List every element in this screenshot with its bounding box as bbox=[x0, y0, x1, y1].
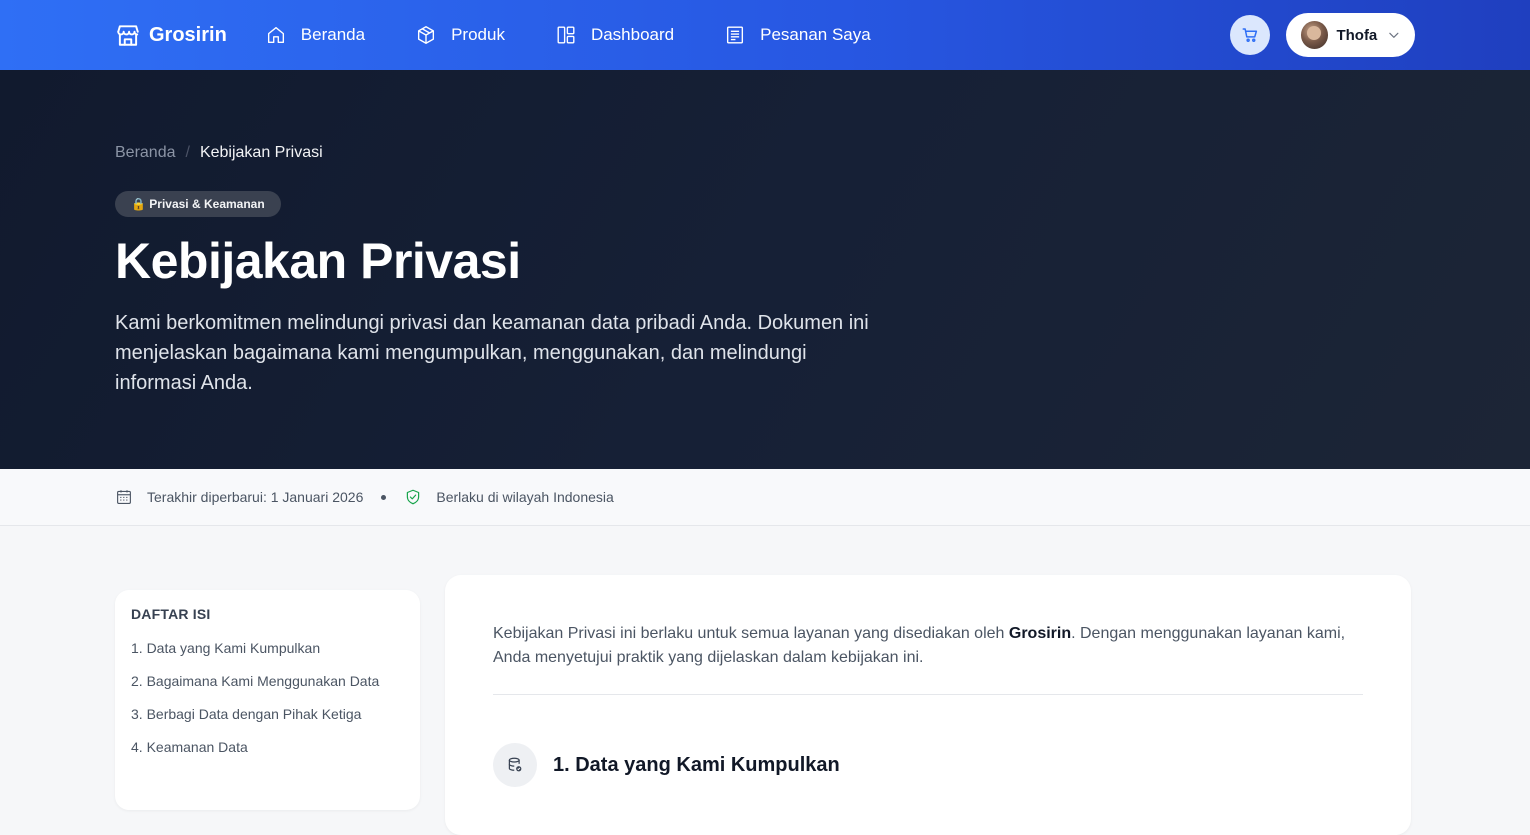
privacy-badge-label: 🔒 Privasi & Keamanan bbox=[131, 197, 265, 211]
section-1-title: 1. Data yang Kami Kumpulkan bbox=[553, 753, 840, 776]
nav-link-dashboard[interactable]: Dashboard bbox=[555, 24, 674, 46]
calendar-icon bbox=[117, 490, 131, 504]
nav-link-pesanan-saya[interactable]: Pesanan Saya bbox=[724, 24, 871, 46]
cart-icon bbox=[1242, 28, 1258, 42]
avatar bbox=[1301, 21, 1329, 49]
brand-logo-link[interactable]: Grosirin bbox=[115, 22, 227, 48]
home-icon bbox=[267, 26, 284, 44]
intro-brand: Grosirin bbox=[1008, 625, 1072, 642]
chevron-down-icon bbox=[1389, 32, 1399, 38]
database-icon bbox=[508, 757, 522, 772]
policy-article: Kebijakan Privasi ini berlaku untuk semu… bbox=[445, 575, 1411, 835]
breadcrumb-separator: / bbox=[185, 144, 190, 161]
page-title: Kebijakan Privasi bbox=[115, 233, 521, 289]
meta-separator-dot bbox=[381, 494, 387, 500]
box-icon bbox=[418, 26, 435, 44]
intro-text-before: Kebijakan Privasi ini berlaku untuk semu… bbox=[493, 625, 1009, 642]
nav-actions: Thofa bbox=[1230, 13, 1415, 57]
nav-label-dashboard: Dashboard bbox=[590, 25, 675, 44]
jurisdiction: Berlaku di wilayah Indonesia bbox=[404, 488, 614, 506]
store-icon bbox=[117, 25, 139, 46]
brand-name: Grosirin bbox=[149, 23, 227, 46]
breadcrumb: Beranda / Kebijakan Privasi bbox=[115, 144, 323, 162]
jurisdiction-text: Berlaku di wilayah Indonesia bbox=[436, 489, 614, 505]
nav-link-beranda[interactable]: Beranda bbox=[265, 24, 365, 46]
receipt-icon bbox=[727, 26, 744, 44]
shield-check-icon bbox=[407, 489, 420, 505]
navbar: Grosirin Beranda Produk Dashboard Pesana… bbox=[0, 0, 1530, 70]
section-1-header: 1. Data yang Kami Kumpulkan bbox=[493, 743, 840, 787]
main-nav: Beranda Produk Dashboard Pesanan Saya bbox=[265, 24, 921, 46]
toc-item-data-collected[interactable]: 1. Data yang Kami Kumpulkan bbox=[131, 640, 404, 673]
last-updated-text: Terakhir diperbarui: 1 Januari 2026 bbox=[147, 489, 364, 505]
dashboard-icon bbox=[557, 26, 575, 44]
nav-label-pesanan-saya: Pesanan Saya bbox=[760, 25, 871, 44]
meta-bar: Terakhir diperbarui: 1 Januari 2026 Berl… bbox=[0, 469, 1530, 526]
toc-item-data-usage[interactable]: 2. Bagaimana Kami Menggunakan Data bbox=[131, 673, 404, 706]
divider bbox=[493, 694, 1363, 695]
breadcrumb-home-link[interactable]: Beranda bbox=[115, 144, 176, 162]
page-description: Kami berkomitmen melindungi privasi dan … bbox=[115, 312, 869, 394]
user-name: Thofa bbox=[1336, 26, 1378, 44]
last-updated: Terakhir diperbarui: 1 Januari 2026 bbox=[115, 488, 363, 506]
breadcrumb-current: Kebijakan Privasi bbox=[199, 144, 323, 161]
section-1-icon-wrap bbox=[493, 743, 537, 787]
privacy-badge: 🔒 Privasi & Keamanan bbox=[115, 191, 281, 217]
user-menu-button[interactable]: Thofa bbox=[1286, 13, 1415, 57]
toc-item-data-security[interactable]: 4. Keamanan Data bbox=[131, 739, 404, 772]
cart-button[interactable] bbox=[1230, 15, 1270, 55]
hero-section: Beranda / Kebijakan Privasi 🔒 Privasi & … bbox=[0, 70, 1530, 469]
nav-label-beranda: Beranda bbox=[300, 25, 366, 44]
intro-paragraph: Kebijakan Privasi ini berlaku untuk semu… bbox=[493, 622, 1363, 670]
toc-item-third-party[interactable]: 3. Berbagi Data dengan Pihak Ketiga bbox=[131, 706, 404, 739]
table-of-contents: DAFTAR ISI 1. Data yang Kami Kumpulkan 2… bbox=[115, 590, 420, 810]
nav-link-produk[interactable]: Produk bbox=[415, 24, 505, 46]
toc-title: DAFTAR ISI bbox=[131, 606, 211, 622]
nav-label-produk: Produk bbox=[451, 25, 505, 44]
